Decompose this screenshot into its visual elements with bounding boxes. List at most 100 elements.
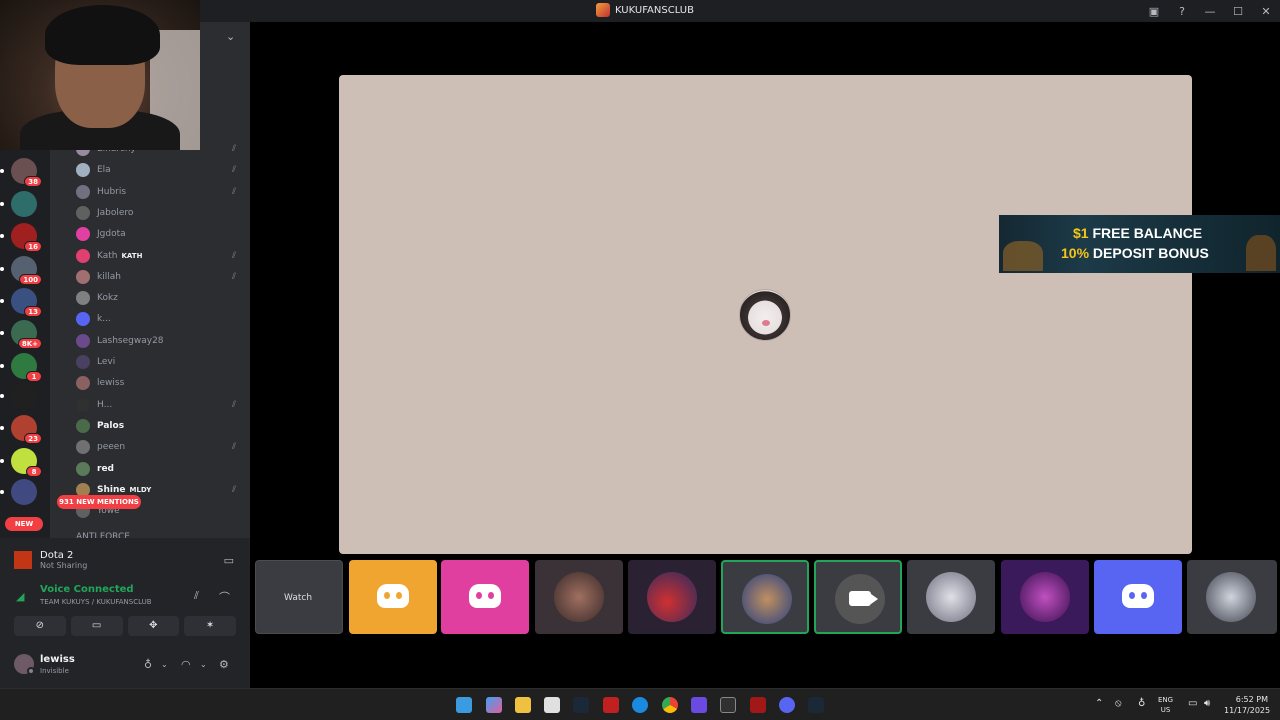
participant-tile[interactable] bbox=[535, 560, 623, 634]
chevron-down-icon[interactable]: ⌄ bbox=[226, 30, 235, 43]
server-icon[interactable] bbox=[11, 383, 37, 409]
focused-participant-tile[interactable] bbox=[339, 75, 1192, 554]
voice-member[interactable]: Palos bbox=[76, 417, 244, 435]
server-icon[interactable]: 23 bbox=[11, 415, 42, 444]
display-icon[interactable]: ▭ bbox=[1188, 698, 1197, 709]
voice-actions: ⊘ ▭ ✥ ✶ bbox=[14, 616, 236, 636]
chevron-up-icon[interactable]: ⌃ bbox=[1095, 698, 1103, 709]
chevron-down-icon[interactable]: ⌄ bbox=[200, 660, 207, 669]
voice-member[interactable]: killah ⫽ bbox=[76, 268, 244, 286]
avatar bbox=[76, 227, 90, 242]
participant-tile-speaking[interactable] bbox=[721, 560, 809, 634]
member-name: Jabolero bbox=[97, 207, 134, 218]
app-icon[interactable] bbox=[691, 697, 707, 713]
voice-channel-path[interactable]: TEAM KUKUYS / KUKUFANSCLUB bbox=[40, 598, 152, 606]
help-icon[interactable]: ? bbox=[1168, 5, 1196, 18]
copilot-icon[interactable] bbox=[486, 697, 502, 713]
voice-member[interactable]: Jgdota bbox=[76, 225, 244, 243]
stream-tile[interactable]: Watch bbox=[255, 560, 343, 634]
edge-icon[interactable] bbox=[632, 697, 648, 713]
participant-tile-speaking[interactable] bbox=[814, 560, 902, 634]
chevron-down-icon[interactable]: ⌄ bbox=[161, 660, 168, 669]
camera-off-button[interactable]: ⊘ bbox=[14, 616, 66, 636]
participant-tile[interactable] bbox=[441, 560, 529, 634]
microphone-icon[interactable]: ♁ bbox=[144, 658, 152, 671]
avatar bbox=[76, 184, 90, 199]
voice-member[interactable]: Jabolero bbox=[76, 204, 244, 222]
voice-member[interactable]: Levi bbox=[76, 353, 244, 371]
server-icon[interactable]: 38 bbox=[11, 158, 42, 187]
participant-tile[interactable] bbox=[1187, 560, 1277, 634]
voice-member[interactable]: peeen ⫽ bbox=[76, 438, 244, 456]
server-icon[interactable]: 8K+ bbox=[11, 320, 42, 349]
clock-date: 11/17/2025 bbox=[1224, 706, 1271, 715]
new-unread-pill[interactable]: NEW bbox=[5, 517, 43, 531]
windows-start-icon[interactable] bbox=[456, 697, 472, 713]
headphones-icon[interactable]: ◠ bbox=[181, 658, 191, 671]
soundboard-button[interactable]: ✶ bbox=[184, 616, 236, 636]
member-name: red bbox=[97, 463, 114, 474]
file-explorer-icon[interactable] bbox=[515, 697, 531, 713]
participant-tile[interactable] bbox=[628, 560, 716, 634]
server-icon[interactable] bbox=[11, 191, 37, 217]
close-icon[interactable]: ✕ bbox=[1252, 5, 1280, 18]
mention-badge: 1 bbox=[26, 371, 42, 382]
app-icon[interactable] bbox=[603, 697, 619, 713]
server-icon[interactable]: 8 bbox=[11, 448, 42, 477]
chrome-icon[interactable] bbox=[662, 697, 678, 713]
maximize-icon[interactable]: ☐ bbox=[1224, 5, 1252, 18]
voice-member[interactable]: Kokz bbox=[76, 289, 244, 307]
avatar bbox=[76, 163, 90, 178]
unread-indicator bbox=[0, 459, 4, 463]
participant-tile[interactable] bbox=[349, 560, 437, 634]
new-mentions-pill[interactable]: 931 NEW MENTIONS bbox=[57, 495, 141, 509]
activities-button[interactable]: ✥ bbox=[127, 616, 180, 636]
muted-icon: ⫽ bbox=[231, 399, 236, 410]
participant-tile[interactable] bbox=[907, 560, 995, 634]
signal-icon[interactable]: ◢ bbox=[16, 590, 24, 603]
obs-icon[interactable] bbox=[720, 697, 736, 713]
system-clock[interactable]: 6:52 PM 11/17/2025 bbox=[1224, 694, 1271, 716]
avatar bbox=[76, 205, 90, 220]
voice-connected-label[interactable]: Voice Connected bbox=[40, 584, 134, 595]
voice-member[interactable]: k... bbox=[76, 310, 244, 328]
share-screen-icon[interactable]: ▭ bbox=[224, 554, 234, 567]
steam-icon[interactable] bbox=[808, 697, 824, 713]
unread-indicator bbox=[0, 234, 4, 238]
voice-member[interactable]: Ela ⫽ bbox=[76, 161, 244, 179]
language-indicator[interactable]: ENG US bbox=[1158, 695, 1173, 715]
voice-member[interactable]: Kath KATH ⫽ bbox=[76, 247, 244, 265]
watch-button[interactable]: Watch bbox=[284, 593, 312, 603]
muted-icon: ⫽ bbox=[231, 186, 236, 197]
minimize-icon[interactable]: — bbox=[1196, 5, 1224, 18]
server-icon[interactable] bbox=[11, 479, 37, 505]
voice-member[interactable]: lewiss bbox=[76, 374, 244, 392]
noise-suppression-icon[interactable]: ⫽ bbox=[194, 589, 199, 603]
participant-tile[interactable] bbox=[1094, 560, 1182, 634]
microphone-icon[interactable]: ♁ bbox=[1138, 698, 1145, 709]
server-icon[interactable]: 100 bbox=[11, 256, 42, 285]
voice-member[interactable]: red bbox=[76, 460, 244, 478]
member-name: Ela bbox=[97, 165, 111, 176]
server-icon[interactable]: 1 bbox=[11, 353, 42, 382]
steam-icon[interactable] bbox=[573, 697, 589, 713]
participant-avatar bbox=[926, 572, 976, 622]
screen-share-button[interactable]: ▭ bbox=[70, 616, 123, 636]
store-icon[interactable] bbox=[544, 697, 560, 713]
participant-tile[interactable] bbox=[1001, 560, 1089, 634]
gear-icon[interactable]: ⚙ bbox=[219, 658, 229, 671]
inbox-icon[interactable]: ▣ bbox=[1140, 5, 1168, 18]
network-off-icon[interactable]: ⦸ bbox=[1115, 698, 1122, 709]
promo-banner[interactable]: $1 FREE BALANCE 10% DEPOSIT BONUS bbox=[999, 215, 1280, 273]
server-icon[interactable]: 13 bbox=[11, 288, 42, 317]
dota2-icon[interactable] bbox=[750, 697, 766, 713]
voice-member[interactable]: H... ⫽ bbox=[76, 396, 244, 414]
volume-icon[interactable]: 🔊︎ bbox=[1204, 698, 1210, 709]
server-icon[interactable]: 16 bbox=[11, 223, 42, 252]
username[interactable]: lewiss bbox=[40, 654, 75, 665]
discord-icon[interactable] bbox=[779, 697, 795, 713]
voice-member[interactable]: Hubris ⫽ bbox=[76, 183, 244, 201]
disconnect-icon[interactable]: ⌒ bbox=[219, 589, 230, 605]
member-name: Levi bbox=[97, 357, 116, 367]
voice-member[interactable]: Lashsegway28 bbox=[76, 332, 244, 350]
